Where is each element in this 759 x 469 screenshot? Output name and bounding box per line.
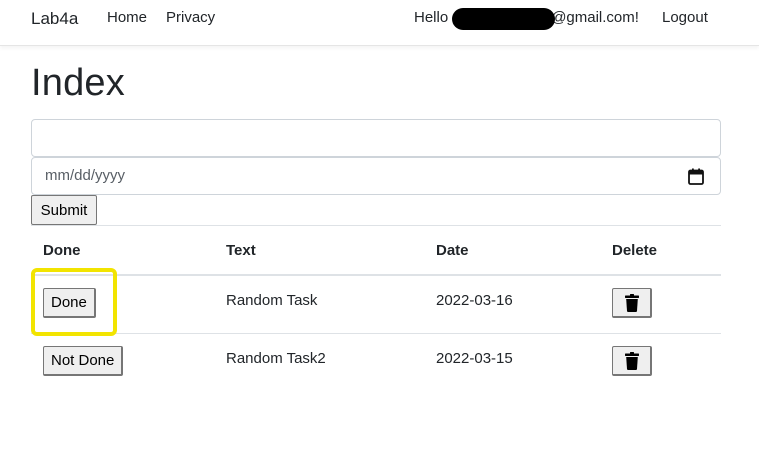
top-navbar: Lab4a Home Privacy Hello @gmail.com! Logo…: [0, 0, 759, 46]
date-placeholder: mm/dd/yyyy: [45, 167, 126, 184]
task-text: Random Task2: [226, 350, 326, 367]
nav-home[interactable]: Home: [107, 9, 147, 26]
redaction-mark: [452, 8, 555, 30]
mark-done-button[interactable]: Done: [43, 288, 96, 318]
mark-not-done-button[interactable]: Not Done: [43, 346, 124, 376]
table-divider: [31, 225, 721, 226]
task-date-input[interactable]: mm/dd/yyyy: [31, 157, 721, 195]
greeting-prefix: Hello: [414, 9, 449, 26]
delete-button[interactable]: [612, 288, 652, 318]
delete-button[interactable]: [612, 346, 652, 376]
trash-icon: [624, 351, 639, 370]
header-date: Date: [436, 242, 469, 259]
row-divider: [31, 333, 721, 334]
logout-link[interactable]: Logout: [662, 9, 708, 26]
task-text: Random Task: [226, 292, 318, 309]
task-date: 2022-03-16: [436, 292, 513, 309]
nav-privacy[interactable]: Privacy: [166, 9, 215, 26]
page-title: Index: [31, 62, 125, 104]
greeting-email-suffix: @gmail.com!: [551, 9, 639, 26]
header-text: Text: [226, 242, 256, 259]
trash-icon: [624, 293, 639, 312]
header-divider: [31, 274, 721, 276]
submit-button[interactable]: Submit: [31, 195, 97, 225]
task-date: 2022-03-15: [436, 350, 513, 367]
header-done: Done: [43, 242, 81, 259]
brand-link[interactable]: Lab4a: [31, 9, 78, 29]
calendar-icon[interactable]: [688, 168, 704, 190]
header-delete: Delete: [612, 242, 658, 259]
task-text-input[interactable]: [31, 119, 721, 157]
